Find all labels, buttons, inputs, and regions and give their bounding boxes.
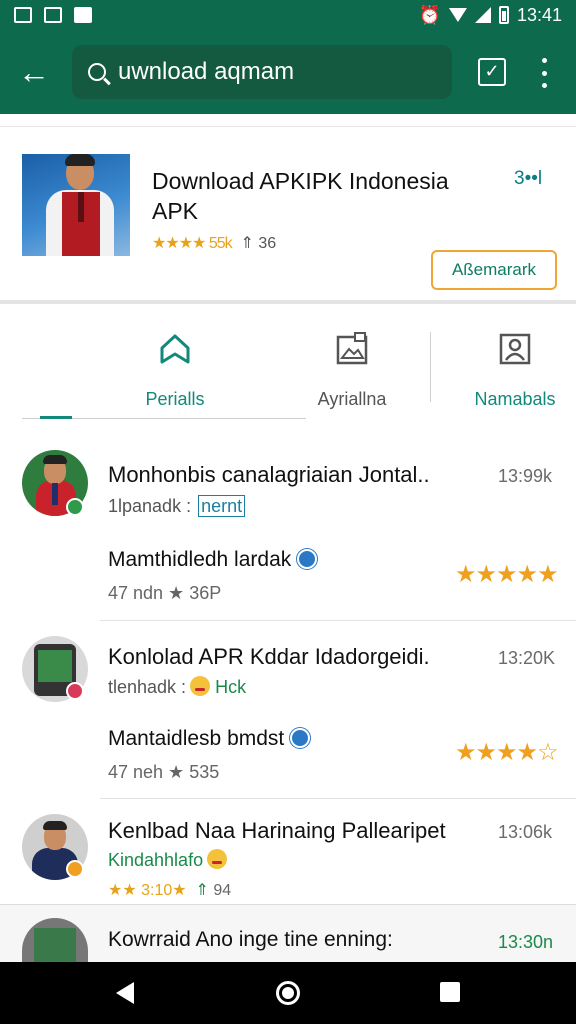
emoji-icon [290,728,311,748]
review-meta: ★★ 3:10★ ⇑ 94 [108,882,232,899]
review-meta: 47 neh ★ 535 [108,762,220,782]
search-icon [88,63,106,81]
nav-home-icon[interactable] [276,981,300,1005]
review-title[interactable]: Konlolad APR Kddar Idadorgeidi. [108,644,430,670]
tab-bar: Perialls Ayriallna Namabals [0,316,576,424]
app-bar: ← ✓ [0,30,576,114]
download-icon: ⇑ [240,235,254,252]
badge-icon [66,860,84,878]
wifi-icon [448,8,467,22]
review-title[interactable]: Kenlbad Naa Harinaing Pallearipet [108,818,446,844]
app-thumbnail[interactable] [22,154,130,256]
tab-namabals[interactable]: Namabals [460,316,570,416]
tag-label: nernt [198,495,246,517]
document-image-icon [336,332,368,365]
verified-badge-icon [66,498,84,516]
checkbox-icon[interactable]: ✓ [478,58,506,86]
review-meta: 47 ndn ★ 36P [108,583,222,603]
tab-ayriallna[interactable]: Ayriallna [292,316,412,416]
install-button[interactable]: Aßemarark [431,250,557,290]
emoji-icon [207,849,228,869]
status-time: 13:41 [516,4,562,25]
nav-recents-icon[interactable] [440,982,460,1002]
review-time: 13:20K [498,648,556,668]
tab-divider [430,332,431,402]
review-title[interactable]: Kowrraid Ano inge tine enning: [108,928,393,952]
app-title[interactable]: Download APKIPK Indonesia APK [152,166,482,226]
app-rating: ★★★★ 55k ⇑ 36 [152,235,277,252]
review-title[interactable]: Monhonbis canalagriaian Jontal.. [108,462,430,488]
back-arrow-icon[interactable]: ← [16,54,52,90]
app-size: 3••l [514,168,543,189]
nav-back-icon[interactable] [116,982,134,1004]
navigation-bar [0,962,576,1024]
tab-perialls[interactable]: Perialls [110,316,240,416]
review-time: 13:30n [498,932,554,952]
signal-icon [474,7,491,23]
emoji-icon [297,549,318,569]
search-box[interactable] [72,45,452,99]
badge-icon [66,682,84,700]
emoji-icon [190,676,211,696]
divider [100,620,576,621]
edit-notification-icon [44,7,62,23]
status-bar: ⏰ 13:41 [0,0,576,30]
search-input[interactable] [118,58,438,86]
review-subtitle: 1lpanadk : nernt [108,495,246,517]
tag-label: Hck [215,677,247,697]
download-icon: ⇑ [195,882,209,899]
review-stars: ★★★★☆ [455,739,559,766]
bookmark-icon [160,334,190,364]
review-subtitle: tlenhadk : Hck [108,676,247,697]
person-card-icon [499,333,531,365]
download-notification-icon [74,7,92,23]
review-time: 13:06k [498,822,553,842]
divider [100,798,576,799]
battery-icon [498,6,509,24]
image-notification-icon [14,7,32,23]
alarm-icon: ⏰ [418,4,441,25]
review-line[interactable]: Mantaidlesb bmdst [108,727,311,751]
more-options-icon[interactable] [540,58,548,88]
review-stars: ★★★★★ [455,561,559,588]
tab-indicator [40,416,72,419]
review-subtitle: Kindahhlafo [108,849,228,871]
review-line[interactable]: Mamthidledh lardak [108,548,318,572]
review-time: 13:99k [498,466,553,486]
